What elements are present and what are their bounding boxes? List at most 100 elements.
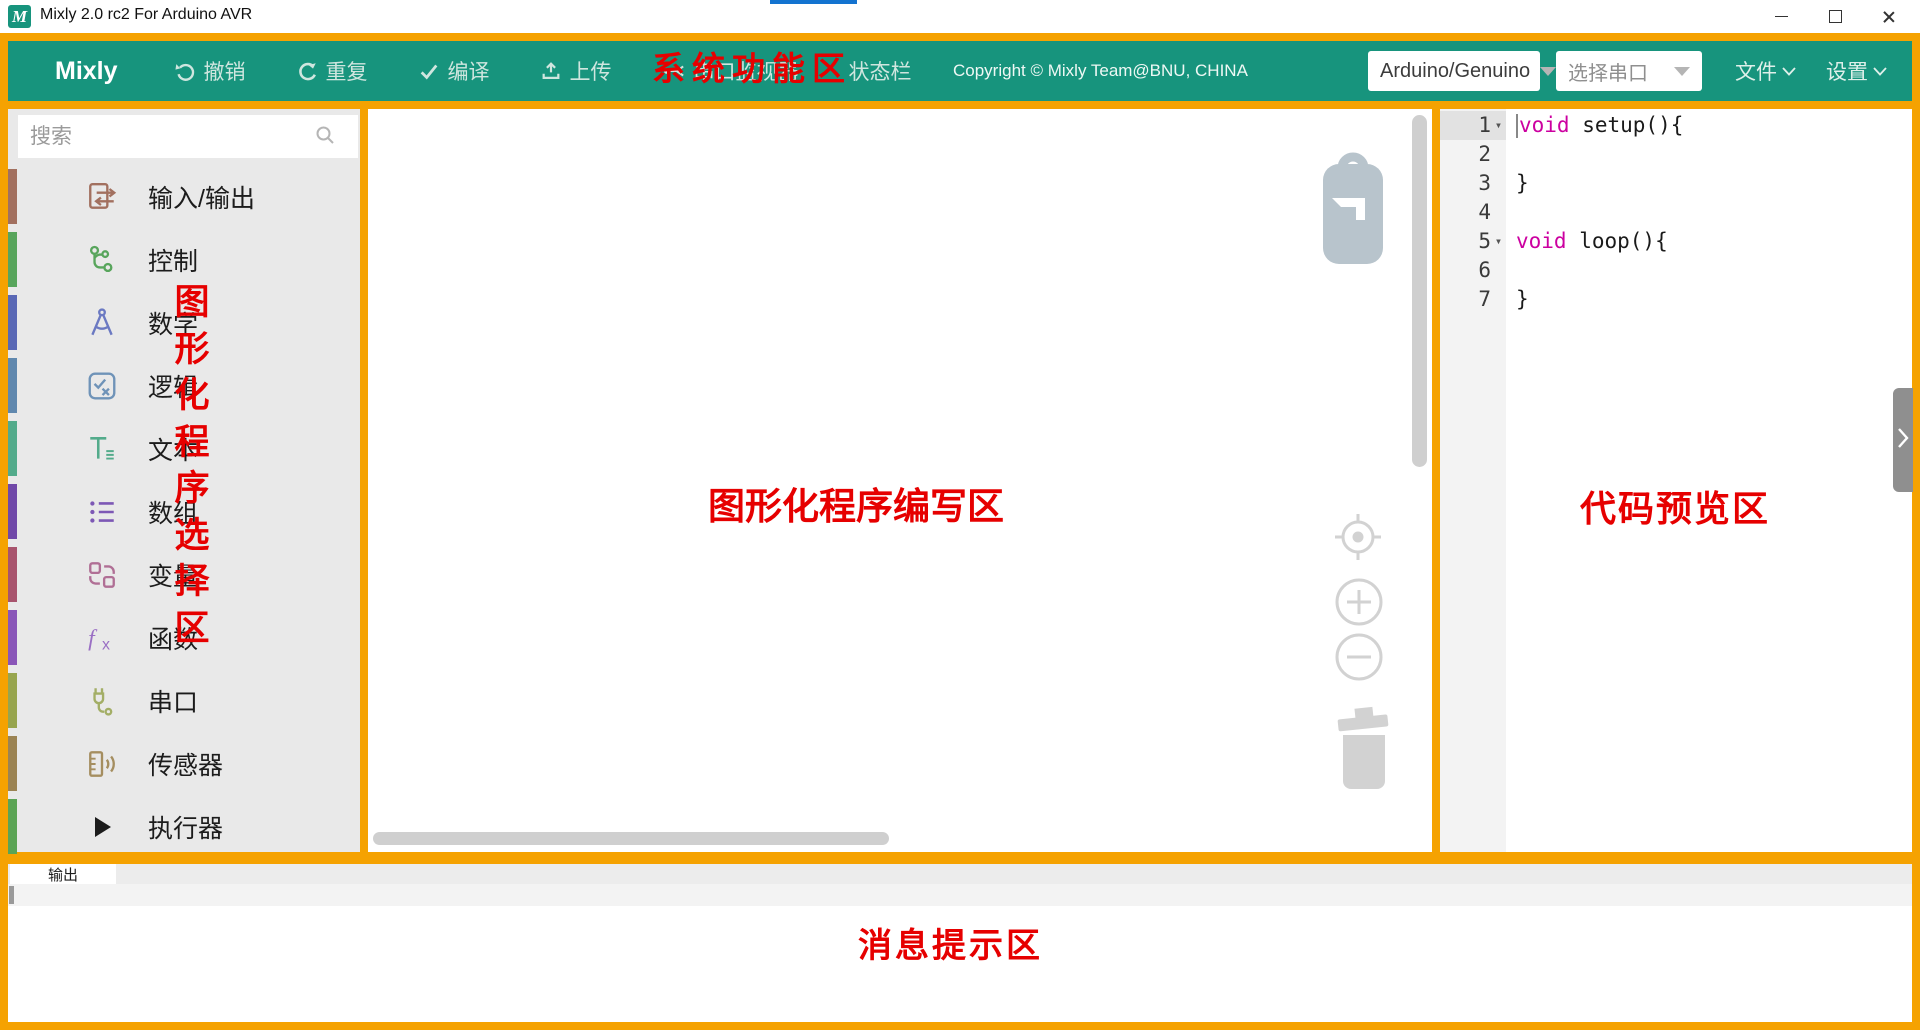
category-color-bar (8, 799, 17, 854)
copyright-text: Copyright © Mixly Team@BNU, CHINA (953, 41, 1248, 101)
toolbar-item-label: 重复 (326, 56, 368, 86)
text-caret (1516, 114, 1518, 138)
search-input[interactable] (18, 115, 300, 158)
search-button[interactable] (292, 115, 358, 158)
toolbar-item-label: 编译 (448, 56, 490, 86)
output-scroll-strip (8, 884, 1912, 906)
variable-icon (84, 557, 120, 593)
toolbar-item-label: 上传 (570, 56, 612, 86)
category-color-bar (8, 169, 17, 224)
settings-menu[interactable]: 设置 (1826, 41, 1887, 101)
sidebar-item-sensor[interactable]: 传感器 (8, 732, 360, 795)
toolbar-item-redo[interactable]: 重复 (296, 56, 368, 86)
compile-icon (418, 60, 440, 82)
blockly-workspace[interactable] (368, 109, 1432, 852)
function-icon: fx (84, 620, 120, 656)
close-button[interactable] (1866, 0, 1912, 33)
output-caret (9, 886, 14, 904)
category-label: 输入/输出 (148, 179, 255, 215)
category-color-bar (8, 610, 17, 665)
category-color-bar (8, 736, 17, 791)
fold-arrow-icon[interactable]: ▾ (1491, 111, 1506, 140)
toolbar-item-undo[interactable]: 撤销 (174, 56, 246, 86)
line-number[interactable]: 3 (1440, 169, 1506, 198)
code-line: 7} (1440, 285, 1912, 314)
undo-icon (174, 60, 196, 82)
tab-output[interactable]: 输出 (10, 864, 116, 884)
line-number[interactable]: 5▾ (1440, 227, 1506, 256)
serialport-icon (84, 683, 120, 719)
minimize-button[interactable] (1758, 0, 1804, 33)
sidebar-item-function[interactable]: fx 函数 (8, 606, 360, 669)
code-text: void loop(){ (1506, 227, 1668, 256)
category-color-bar (8, 547, 17, 602)
search-icon (314, 124, 336, 149)
svg-text:f: f (88, 625, 98, 651)
mixly-brand-menu[interactable]: Mixly (55, 57, 118, 86)
zoom-reset-button[interactable] (1330, 509, 1386, 570)
array-icon (84, 494, 120, 530)
sidebar-item-control[interactable]: 控制 (8, 228, 360, 291)
line-number[interactable]: 6 (1440, 256, 1506, 285)
workspace-horizontal-scrollbar[interactable] (373, 832, 889, 845)
code-preview-pane: 1▾void setup(){23} 45▾void loop(){67} (1440, 109, 1912, 852)
zoom-in-button[interactable] (1334, 577, 1384, 632)
category-label: 数组 (148, 494, 198, 530)
control-icon (84, 242, 120, 278)
toolbar-item-upload[interactable]: 上传 (540, 56, 612, 86)
sidebar-item-math[interactable]: 数学 (8, 291, 360, 354)
category-label: 传感器 (148, 746, 223, 782)
text-icon (84, 431, 120, 467)
toolbar-item-compile[interactable]: 编译 (418, 56, 490, 86)
sidebar-item-serialport[interactable]: 串口 (8, 669, 360, 732)
line-number[interactable]: 2 (1440, 140, 1506, 169)
code-text (1506, 256, 1516, 285)
io-icon (84, 179, 120, 215)
sidebar-item-array[interactable]: 数组 (8, 480, 360, 543)
fold-arrow-icon[interactable]: ▾ (1491, 227, 1506, 256)
sidebar-item-variable[interactable]: 变量 (8, 543, 360, 606)
toolbar-item-status-bar[interactable]: 状态栏 (849, 56, 912, 86)
category-label: 函数 (148, 620, 198, 656)
category-label: 文本 (148, 431, 198, 467)
chevron-down-icon (1540, 67, 1556, 76)
code-text (1506, 140, 1516, 169)
code-line: 6 (1440, 256, 1912, 285)
zoom-out-button[interactable] (1334, 632, 1384, 687)
board-select[interactable]: Arduino/Genuino (1368, 51, 1540, 91)
line-number[interactable]: 7 (1440, 285, 1506, 314)
maximize-button[interactable] (1812, 0, 1858, 33)
line-number[interactable]: 1▾ (1440, 111, 1506, 140)
panel-expand-handle[interactable] (1893, 388, 1913, 492)
code-lines: 1▾void setup(){23} 45▾void loop(){67} (1440, 111, 1912, 314)
sidebar-item-actuator[interactable]: 执行器 (8, 795, 360, 858)
category-label: 执行器 (148, 809, 223, 845)
sidebar-item-logic[interactable]: 逻辑 (8, 354, 360, 417)
trash-icon[interactable] (1334, 705, 1396, 796)
port-select[interactable]: 选择串口 (1556, 51, 1702, 91)
category-color-bar (8, 358, 17, 413)
toolbar-item-label: 撤销 (204, 56, 246, 86)
category-color-bar (8, 484, 17, 539)
output-panel: 输出 (8, 864, 1912, 1022)
chevron-down-icon (1674, 67, 1690, 76)
line-number[interactable]: 4 (1440, 198, 1506, 227)
output-tab-bar: 输出 (8, 864, 1912, 884)
board-select-value: Arduino/Genuino (1380, 60, 1530, 83)
category-color-bar (8, 673, 17, 728)
toolbar-item-serial-monitor[interactable]: 串口监视器 (662, 56, 799, 86)
workspace-vertical-scrollbar[interactable] (1412, 115, 1427, 467)
upload-icon (540, 60, 562, 82)
sidebar-item-text[interactable]: 文本 (8, 417, 360, 480)
maximize-icon (1829, 10, 1842, 23)
code-text: } (1506, 285, 1529, 314)
code-text: void setup(){ (1506, 111, 1683, 140)
title-bar: M Mixly 2.0 rc2 For Arduino AVR (0, 0, 1920, 33)
close-icon (1882, 10, 1896, 24)
output-message-area (8, 906, 1912, 1022)
category-label: 数学 (148, 305, 198, 341)
sidebar-item-io[interactable]: 输入/输出 (8, 165, 360, 228)
backpack-icon[interactable] (1320, 138, 1386, 273)
mixly-app: M Mixly 2.0 rc2 For Arduino AVR Mixly 撤销… (0, 0, 1920, 1030)
file-menu[interactable]: 文件 (1735, 41, 1796, 101)
